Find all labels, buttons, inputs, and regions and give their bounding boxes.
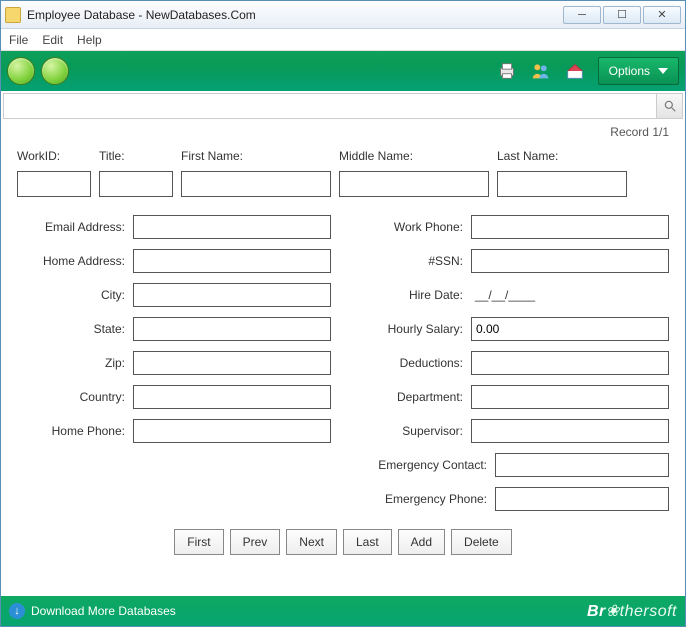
last-button[interactable]: Last (343, 529, 392, 555)
download-icon: ↓ (9, 603, 25, 619)
maximize-button[interactable]: ☐ (603, 6, 641, 24)
nav-forward-button[interactable] (41, 57, 69, 85)
window-controls: ─ ☐ ✕ (561, 6, 681, 24)
home-icon[interactable] (562, 58, 588, 84)
lastname-label: Last Name: (497, 149, 627, 163)
emergphone-input[interactable] (495, 487, 669, 511)
department-label: Department: (355, 390, 471, 404)
search-icon (663, 99, 677, 113)
supervisor-label: Supervisor: (355, 424, 471, 438)
emergphone-label: Emergency Phone: (355, 492, 495, 506)
close-button[interactable]: ✕ (643, 6, 681, 24)
workphone-input[interactable] (471, 215, 669, 239)
users-icon[interactable] (528, 58, 554, 84)
form-content: Record 1/1 WorkID: Title: First Name: Mi… (9, 119, 677, 592)
add-button[interactable]: Add (398, 529, 445, 555)
emergcontact-input[interactable] (495, 453, 669, 477)
menubar: File Edit Help (1, 29, 685, 51)
supervisor-input[interactable] (471, 419, 669, 443)
hourly-input[interactable] (471, 317, 669, 341)
department-input[interactable] (471, 385, 669, 409)
email-label: Email Address: (17, 220, 133, 234)
firstname-input[interactable] (181, 171, 331, 197)
first-button[interactable]: First (174, 529, 223, 555)
delete-button[interactable]: Delete (451, 529, 512, 555)
top-field-row: WorkID: Title: First Name: Middle Name: … (9, 149, 677, 209)
options-label: Options (609, 64, 650, 78)
form-columns: Email Address: Home Address: City: State… (9, 209, 677, 521)
homeaddr-input[interactable] (133, 249, 331, 273)
record-nav: First Prev Next Last Add Delete (9, 529, 677, 555)
search-input[interactable] (4, 95, 656, 117)
menu-help[interactable]: Help (77, 33, 102, 47)
next-button[interactable]: Next (286, 529, 337, 555)
city-input[interactable] (133, 283, 331, 307)
workphone-label: Work Phone: (355, 220, 471, 234)
emergcontact-label: Emergency Contact: (355, 458, 495, 472)
titlebar: Employee Database - NewDatabases.Com ─ ☐… (1, 1, 685, 29)
menu-file[interactable]: File (9, 33, 28, 47)
right-column: Work Phone: #SSN: Hire Date:__/__/____ H… (355, 215, 669, 521)
prev-button[interactable]: Prev (230, 529, 281, 555)
homeaddr-label: Home Address: (17, 254, 133, 268)
state-input[interactable] (133, 317, 331, 341)
download-link[interactable]: Download More Databases (31, 604, 176, 618)
window-title: Employee Database - NewDatabases.Com (27, 8, 561, 22)
middlename-input[interactable] (339, 171, 489, 197)
app-window: Employee Database - NewDatabases.Com ─ ☐… (0, 0, 686, 627)
city-label: City: (17, 288, 133, 302)
title-label: Title: (99, 149, 173, 163)
state-label: State: (17, 322, 133, 336)
ssn-input[interactable] (471, 249, 669, 273)
country-label: Country: (17, 390, 133, 404)
workid-label: WorkID: (17, 149, 91, 163)
middlename-label: Middle Name: (339, 149, 489, 163)
print-icon[interactable] (494, 58, 520, 84)
left-column: Email Address: Home Address: City: State… (17, 215, 331, 521)
hourly-label: Hourly Salary: (355, 322, 471, 336)
record-indicator: Record 1/1 (9, 119, 677, 149)
firstname-label: First Name: (181, 149, 331, 163)
lastname-input[interactable] (497, 171, 627, 197)
email-input[interactable] (133, 215, 331, 239)
chevron-down-icon (658, 68, 668, 74)
search-button[interactable] (656, 94, 682, 118)
searchbar (3, 93, 683, 119)
ssn-label: #SSN: (355, 254, 471, 268)
nav-back-button[interactable] (7, 57, 35, 85)
workid-input[interactable] (17, 171, 91, 197)
brand-label: Br❀thersoft (176, 601, 677, 621)
minimize-button[interactable]: ─ (563, 6, 601, 24)
options-button[interactable]: Options (598, 57, 679, 85)
toolbar: Options (1, 51, 685, 91)
homephone-input[interactable] (133, 419, 331, 443)
hiredate-label: Hire Date: (355, 288, 471, 302)
footer: ↓ Download More Databases Br❀thersoft (1, 596, 685, 626)
menu-edit[interactable]: Edit (42, 33, 63, 47)
deductions-input[interactable] (471, 351, 669, 375)
country-input[interactable] (133, 385, 331, 409)
zip-label: Zip: (17, 356, 133, 370)
deductions-label: Deductions: (355, 356, 471, 370)
zip-input[interactable] (133, 351, 331, 375)
hiredate-value[interactable]: __/__/____ (471, 283, 669, 307)
homephone-label: Home Phone: (17, 424, 133, 438)
app-icon (5, 7, 21, 23)
title-input[interactable] (99, 171, 173, 197)
